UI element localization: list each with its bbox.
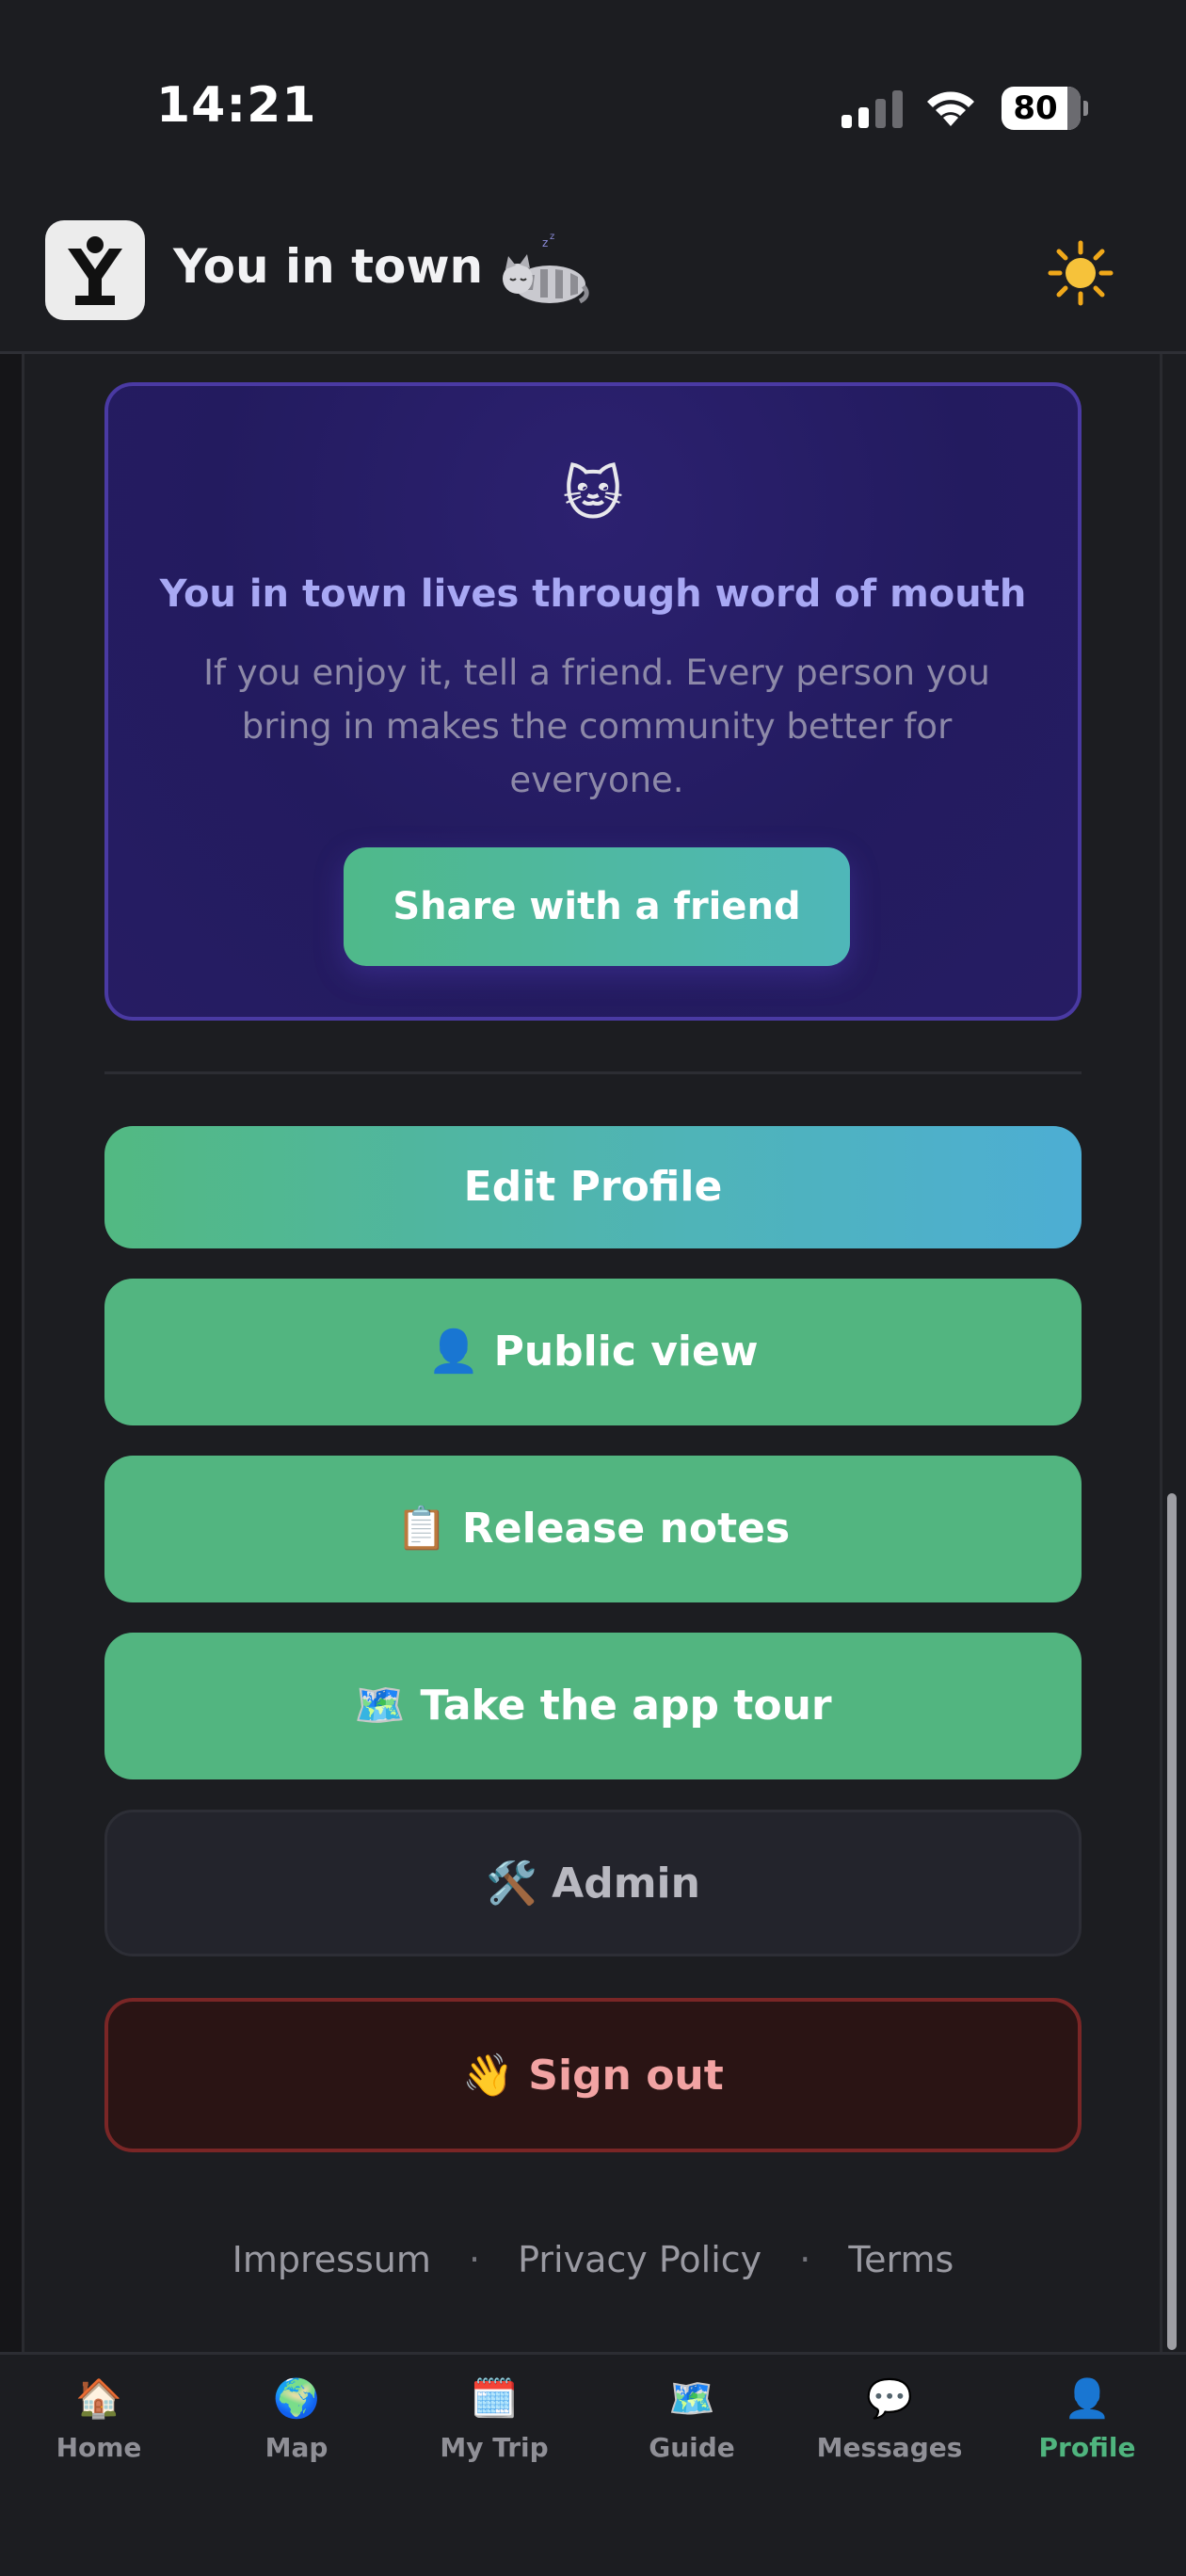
admin-button[interactable]: 🛠️ Admin bbox=[104, 1810, 1082, 1956]
app-tour-button[interactable]: 🗺️ Take the app tour bbox=[104, 1633, 1082, 1779]
divider bbox=[104, 1071, 1082, 1074]
nav-label: Profile bbox=[1038, 2432, 1136, 2463]
nav-guide[interactable]: 🗺️ Guide bbox=[593, 2374, 791, 2487]
nav-label: Messages bbox=[816, 2432, 963, 2463]
cellular-signal-icon bbox=[841, 90, 903, 128]
share-card-description: If you enjoy it, tell a friend. Every pe… bbox=[203, 652, 990, 800]
footer-links: Impressum · Privacy Policy · Terms bbox=[0, 2239, 1186, 2280]
impressum-link[interactable]: Impressum bbox=[232, 2239, 431, 2280]
house-icon: 🏠 bbox=[75, 2377, 122, 2421]
app-header: You in town z z bbox=[0, 217, 1186, 354]
edit-profile-button[interactable]: Edit Profile bbox=[104, 1126, 1082, 1248]
bottom-nav: 🏠 Home 🌍 Map 🗓️ My Trip 🗺️ Guide 💬 Messa… bbox=[0, 2352, 1186, 2576]
release-notes-button[interactable]: 📋 Release notes bbox=[104, 1456, 1082, 1602]
footer-separator: · bbox=[468, 2239, 481, 2280]
share-card-title: You in town lives through word of mouth bbox=[159, 572, 1027, 616]
speech-bubble-icon: 💬 bbox=[866, 2377, 913, 2421]
sun-icon[interactable] bbox=[1047, 239, 1114, 307]
svg-text:z: z bbox=[542, 236, 548, 250]
nav-label: Guide bbox=[649, 2432, 735, 2463]
globe-icon: 🌍 bbox=[273, 2377, 320, 2421]
privacy-policy-link[interactable]: Privacy Policy bbox=[518, 2239, 761, 2280]
footer-separator: · bbox=[799, 2239, 811, 2280]
nav-home[interactable]: 🏠 Home bbox=[0, 2374, 198, 2487]
share-card: 🐱 You in town lives through word of mout… bbox=[104, 382, 1082, 1021]
status-bar: 14:21 80 bbox=[0, 0, 1186, 217]
nav-messages[interactable]: 💬 Messages bbox=[791, 2374, 988, 2487]
person-icon: 👤 bbox=[1064, 2377, 1111, 2421]
battery-level: 80 bbox=[1013, 89, 1058, 127]
app-logo[interactable] bbox=[45, 220, 145, 320]
profile-screen: 14:21 80 You in town z z 🐱 You in town l… bbox=[0, 0, 1186, 2576]
clock: 14:21 bbox=[156, 77, 317, 134]
wifi-icon bbox=[927, 91, 974, 126]
logo-y-icon bbox=[68, 236, 122, 305]
left-edge bbox=[0, 354, 24, 2354]
app-title: You in town bbox=[173, 239, 484, 294]
calendar-icon: 🗓️ bbox=[471, 2377, 518, 2421]
nav-label: Home bbox=[56, 2432, 142, 2463]
sign-out-button[interactable]: 👋 Sign out bbox=[104, 1998, 1082, 2152]
nav-map[interactable]: 🌍 Map bbox=[198, 2374, 395, 2487]
nav-my-trip[interactable]: 🗓️ My Trip bbox=[395, 2374, 593, 2487]
share-with-friend-button[interactable]: Share with a friend bbox=[344, 847, 850, 966]
public-view-button[interactable]: 👤 Public view bbox=[104, 1279, 1082, 1425]
map-icon: 🗺️ bbox=[668, 2377, 715, 2421]
nav-profile[interactable]: 👤 Profile bbox=[988, 2374, 1186, 2487]
cat-face-icon: 🐱 bbox=[562, 459, 624, 528]
terms-link[interactable]: Terms bbox=[848, 2239, 954, 2280]
scrollbar[interactable] bbox=[1167, 1493, 1177, 2350]
nav-label: Map bbox=[264, 2432, 329, 2463]
nav-label: My Trip bbox=[440, 2432, 549, 2463]
battery-indicator: 80 bbox=[1002, 87, 1088, 130]
svg-text:z: z bbox=[550, 232, 554, 242]
sleeping-cat-icon: z z bbox=[503, 232, 589, 304]
